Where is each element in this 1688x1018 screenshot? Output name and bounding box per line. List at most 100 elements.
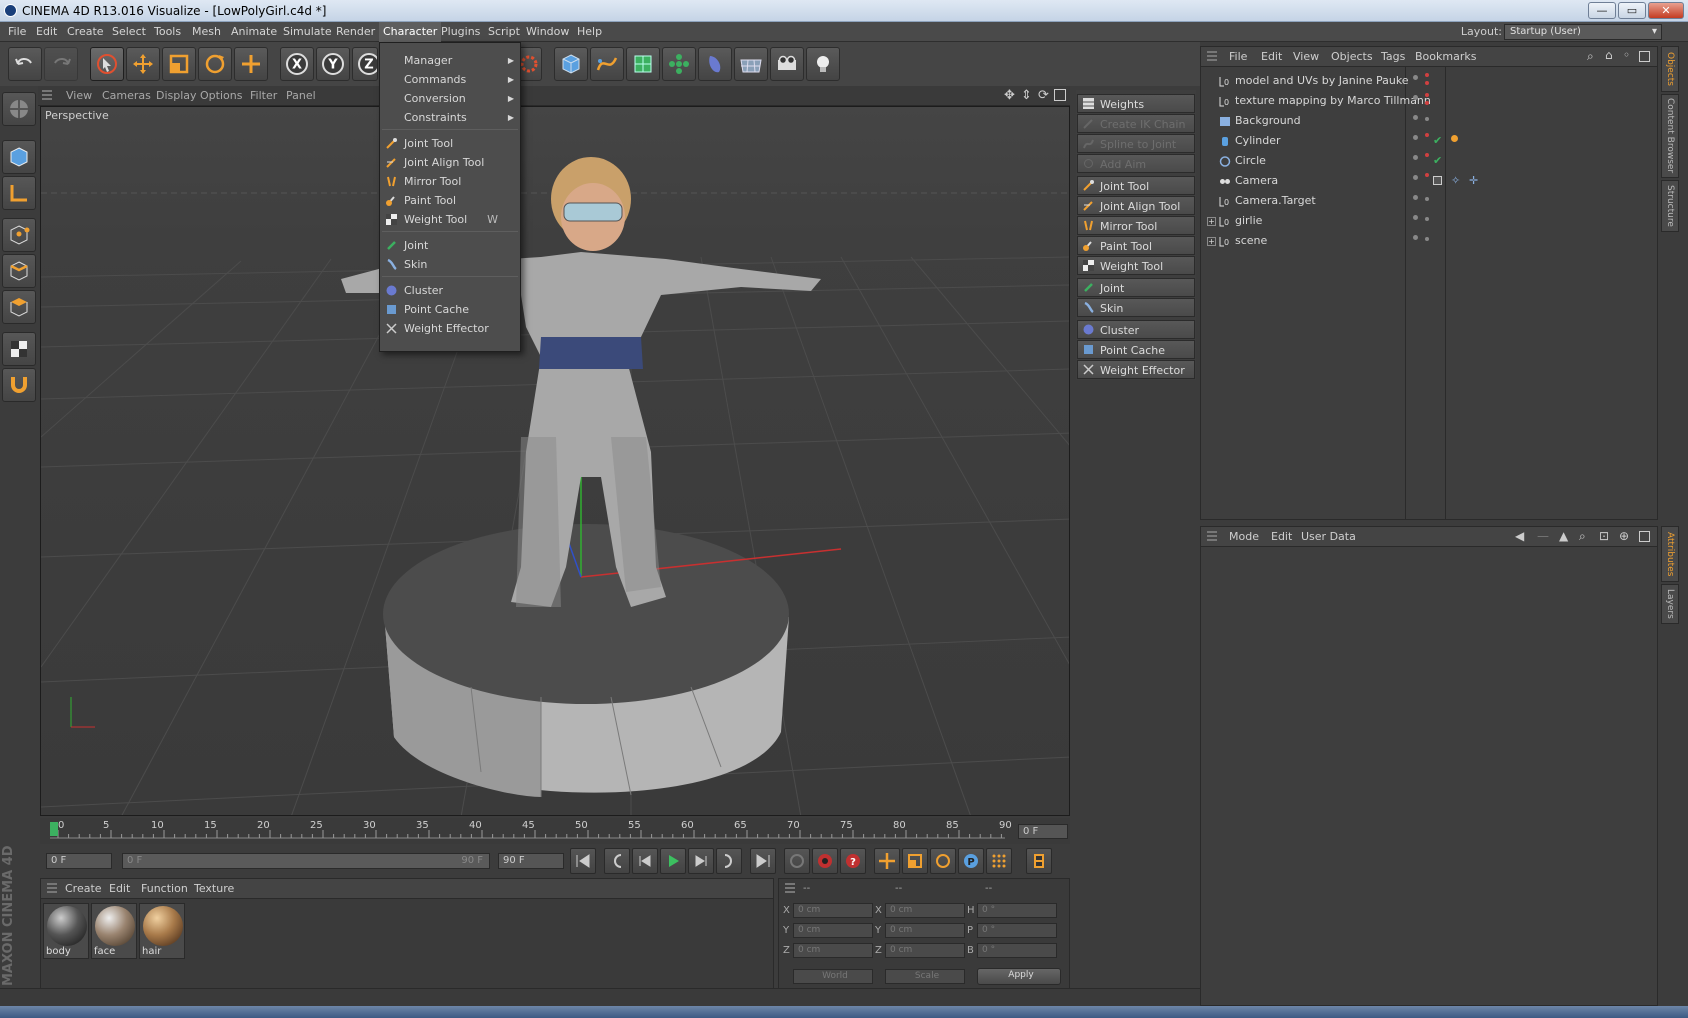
am-menu-mode[interactable]: Mode xyxy=(1229,527,1259,547)
mm-menu-function[interactable]: Function xyxy=(141,879,188,899)
visibility-dot[interactable] xyxy=(1413,95,1418,100)
model-mode-button[interactable] xyxy=(2,140,36,174)
charmenu-joint-align-tool[interactable]: Joint Align Tool xyxy=(380,153,520,172)
palette-add-aim-constraint[interactable]: Add Aim Constraint xyxy=(1077,154,1195,190)
object-row[interactable]: Background xyxy=(1201,111,1657,131)
undo-button[interactable] xyxy=(8,47,42,81)
size-x-field[interactable]: 0 cm xyxy=(885,903,965,918)
menu-select[interactable]: Select xyxy=(108,22,150,42)
render-dot[interactable] xyxy=(1425,73,1429,77)
next-key-button[interactable] xyxy=(716,848,742,874)
am-menu-edit[interactable]: Edit xyxy=(1271,527,1292,547)
charmenu-cluster[interactable]: Cluster xyxy=(380,281,520,300)
menu-help[interactable]: Help xyxy=(573,22,606,42)
charmenu-conversion[interactable]: Conversion ▶ xyxy=(380,89,520,108)
coord-mode-dropdown[interactable]: World xyxy=(793,969,873,984)
visibility-dot[interactable] xyxy=(1413,215,1418,220)
cube-object-button[interactable] xyxy=(554,47,588,81)
material-tag-icon[interactable] xyxy=(1451,135,1458,142)
visibility-dot[interactable] xyxy=(1413,135,1418,140)
floor-button[interactable] xyxy=(734,47,768,81)
palette-mirror-tool[interactable]: Mirror Tool xyxy=(1077,216,1195,235)
palette-create-ik-chain[interactable]: Create IK Chain xyxy=(1077,114,1195,133)
palette-weight-tool[interactable]: Weight Tool xyxy=(1077,256,1195,275)
visibility-dot[interactable] xyxy=(1413,235,1418,240)
preview-end-field[interactable]: 90 F xyxy=(498,853,564,869)
move-tool-button[interactable] xyxy=(126,47,160,81)
prev-key-button[interactable] xyxy=(604,848,630,874)
key-pla-button[interactable] xyxy=(986,848,1012,874)
close-button[interactable]: ✕ xyxy=(1648,2,1684,19)
mm-menu-edit[interactable]: Edit xyxy=(109,879,130,899)
palette-weight-effector[interactable]: Weight Effector xyxy=(1077,360,1195,379)
render-dot[interactable] xyxy=(1425,197,1429,201)
menu-animate[interactable]: Animate xyxy=(227,22,281,42)
x-axis-lock-button[interactable]: X xyxy=(280,47,314,81)
redo-button[interactable] xyxy=(44,47,78,81)
new-panel-icon[interactable] xyxy=(1639,531,1650,542)
target-tag-icon[interactable]: ✧ xyxy=(1451,171,1460,191)
palette-paint-tool[interactable]: Paint Tool xyxy=(1077,236,1195,255)
viewport-menu-cameras[interactable]: Cameras xyxy=(102,86,151,106)
palette-cluster[interactable]: Cluster xyxy=(1077,320,1195,339)
minimize-panel-icon[interactable]: ◦ xyxy=(1623,48,1630,62)
menu-script[interactable]: Script xyxy=(484,22,524,42)
current-frame-field[interactable]: 0 F xyxy=(1018,824,1068,839)
timeline-ruler[interactable]: 0 5 10 15 20 25 30 35 40 45 50 55 60 65 … xyxy=(40,818,1070,844)
object-row[interactable]: Circle ✔ xyxy=(1201,151,1657,171)
charmenu-mirror-tool[interactable]: Mirror Tool xyxy=(380,172,520,191)
charmenu-commands[interactable]: Commands ▶ xyxy=(380,70,520,89)
palette-joint-align-tool[interactable]: Joint Align Tool xyxy=(1077,196,1195,215)
size-y-field[interactable]: 0 cm xyxy=(885,923,965,938)
charmenu-skin[interactable]: Skin xyxy=(380,255,520,274)
light-button[interactable] xyxy=(806,47,840,81)
forward-arrow-icon[interactable]: — xyxy=(1537,529,1549,543)
expand-icon[interactable]: + xyxy=(1207,237,1216,246)
render-dot[interactable] xyxy=(1425,101,1429,105)
record-motion-button[interactable] xyxy=(784,848,810,874)
visibility-dot[interactable] xyxy=(1413,175,1418,180)
visibility-dot[interactable] xyxy=(1413,75,1418,80)
palette-joint[interactable]: Joint xyxy=(1077,278,1195,297)
viewport-menu-display[interactable]: Display xyxy=(156,86,197,106)
next-frame-button[interactable] xyxy=(688,848,714,874)
key-parameter-button[interactable]: P xyxy=(958,848,984,874)
menu-file[interactable]: File xyxy=(4,22,30,42)
position-z-field[interactable]: 0 cm xyxy=(793,943,873,958)
preview-range-slider[interactable]: 0 F 90 F xyxy=(122,853,490,869)
key-scale-button[interactable] xyxy=(902,848,928,874)
charmenu-weight-effector[interactable]: Weight Effector xyxy=(380,319,520,338)
play-button[interactable] xyxy=(660,848,686,874)
selection-filter-button[interactable] xyxy=(2,92,36,126)
palette-spline-to-joint[interactable]: Spline to Joint xyxy=(1077,134,1195,153)
menu-window[interactable]: Window xyxy=(522,22,573,42)
edges-mode-button[interactable] xyxy=(2,254,36,288)
palette-weights-manager[interactable]: Weights Manager... xyxy=(1077,94,1195,130)
drag-handle-icon[interactable] xyxy=(1207,531,1217,543)
menu-tools[interactable]: Tools xyxy=(150,22,185,42)
render-dot[interactable] xyxy=(1425,173,1429,177)
autokey-button[interactable]: ? xyxy=(840,848,866,874)
charmenu-paint-tool[interactable]: Paint Tool xyxy=(380,191,520,210)
texture-mode-button[interactable] xyxy=(2,332,36,366)
mm-menu-texture[interactable]: Texture xyxy=(194,879,234,899)
new-panel-icon[interactable] xyxy=(1639,51,1650,62)
viewport-menu-filter[interactable]: Filter xyxy=(250,86,277,106)
charmenu-joint-tool[interactable]: Joint Tool xyxy=(380,134,520,153)
up-arrow-icon[interactable]: ▲ xyxy=(1559,529,1568,543)
link-icon[interactable]: ⊕ xyxy=(1619,529,1629,543)
rotation-p-field[interactable]: 0 ° xyxy=(977,923,1057,938)
rotation-h-field[interactable]: 0 ° xyxy=(977,903,1057,918)
render-dot[interactable] xyxy=(1425,217,1429,221)
pan-view-icon[interactable]: ✥ xyxy=(1004,88,1015,103)
object-axis-mode-button[interactable] xyxy=(2,176,36,210)
home-icon[interactable]: ⌂ xyxy=(1605,48,1613,62)
side-tab-objects[interactable]: Objects xyxy=(1661,46,1679,92)
rotate-tool-button[interactable] xyxy=(198,47,232,81)
side-tab-attributes[interactable]: Attributes xyxy=(1661,526,1679,582)
object-row[interactable]: Cylinder ✔ xyxy=(1201,131,1657,151)
om-menu-objects[interactable]: Objects xyxy=(1331,47,1373,67)
side-tab-structure[interactable]: Structure xyxy=(1661,180,1679,232)
viewport-menu-view[interactable]: View xyxy=(66,86,92,106)
maximize-button[interactable]: ▭ xyxy=(1618,2,1646,19)
